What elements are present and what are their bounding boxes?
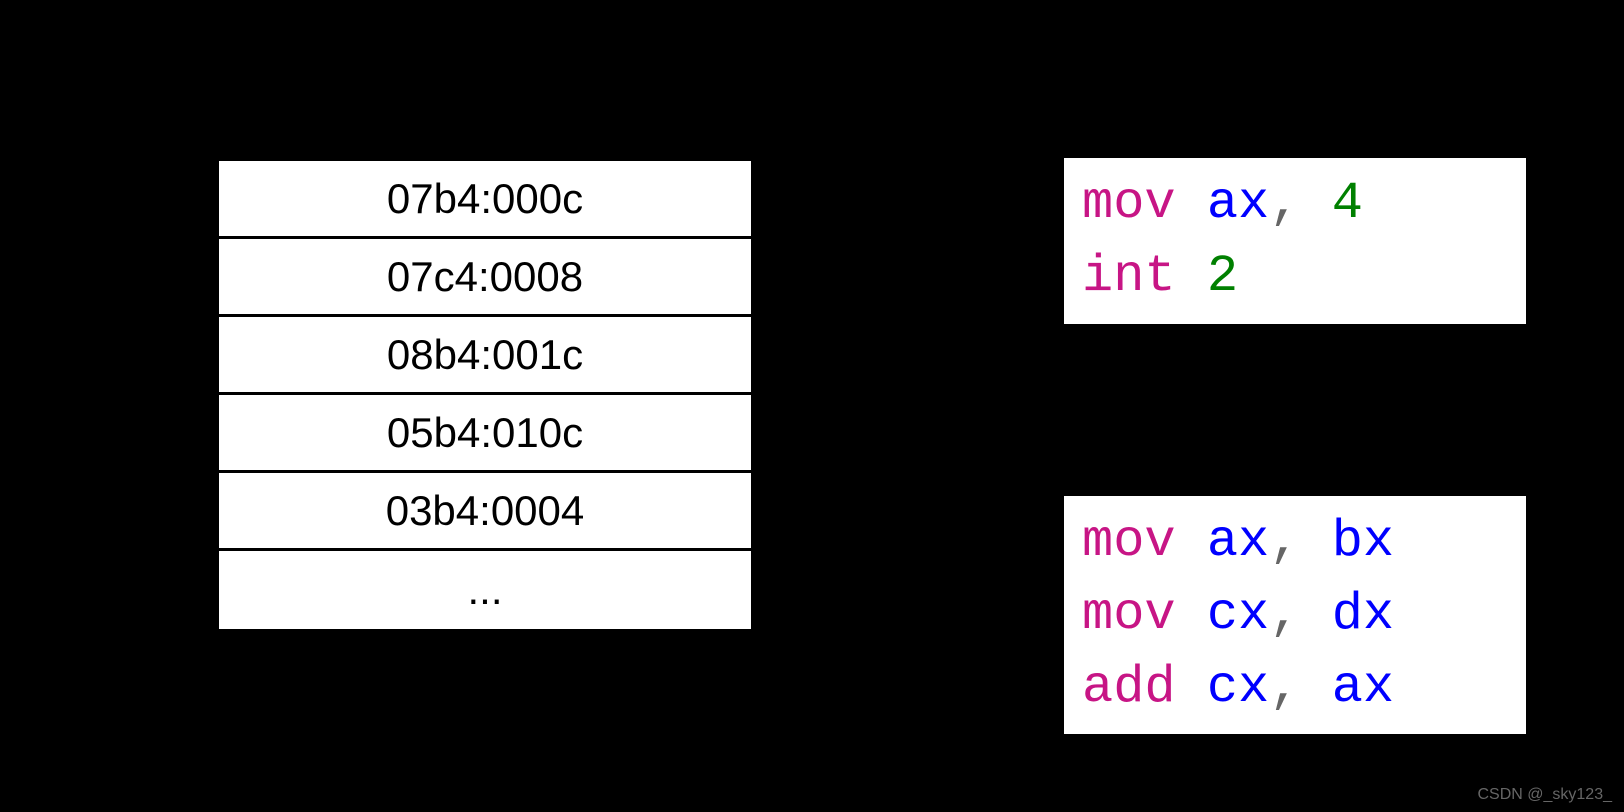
opcode: int <box>1082 247 1176 306</box>
number-literal: 2 <box>1207 247 1238 306</box>
comma: , <box>1269 174 1300 233</box>
code-line: add cx, ax <box>1082 652 1508 725</box>
register: ax <box>1207 174 1269 233</box>
code-line: mov cx, dx <box>1082 579 1508 652</box>
watermark: CSDN @_sky123_ <box>1477 786 1612 804</box>
table-row: 05b4:010c <box>219 395 751 473</box>
opcode: add <box>1082 658 1176 717</box>
assembly-code-block-2: mov ax, bx mov cx, dx add cx, ax <box>1064 496 1526 734</box>
code-line: mov ax, bx <box>1082 506 1508 579</box>
register: cx <box>1207 585 1269 644</box>
register: ax <box>1207 512 1269 571</box>
table-row: 07b4:000c <box>219 161 751 239</box>
code-line: int 2 <box>1082 241 1508 314</box>
opcode: mov <box>1082 512 1176 571</box>
register: ax <box>1332 658 1394 717</box>
assembly-code-block-1: mov ax, 4 int 2 <box>1064 158 1526 324</box>
comma: , <box>1269 512 1300 571</box>
interrupt-vector-table: 07b4:000c 07c4:0008 08b4:001c 05b4:010c … <box>216 158 754 632</box>
table-row: 07c4:0008 <box>219 239 751 317</box>
table-row: 08b4:001c <box>219 317 751 395</box>
comma: , <box>1269 658 1300 717</box>
register: dx <box>1332 585 1394 644</box>
comma: , <box>1269 585 1300 644</box>
table-row: 03b4:0004 <box>219 473 751 551</box>
register: cx <box>1207 658 1269 717</box>
opcode: mov <box>1082 174 1176 233</box>
opcode: mov <box>1082 585 1176 644</box>
table-row: ... <box>219 551 751 629</box>
register: bx <box>1332 512 1394 571</box>
number-literal: 4 <box>1332 174 1363 233</box>
code-line: mov ax, 4 <box>1082 168 1508 241</box>
